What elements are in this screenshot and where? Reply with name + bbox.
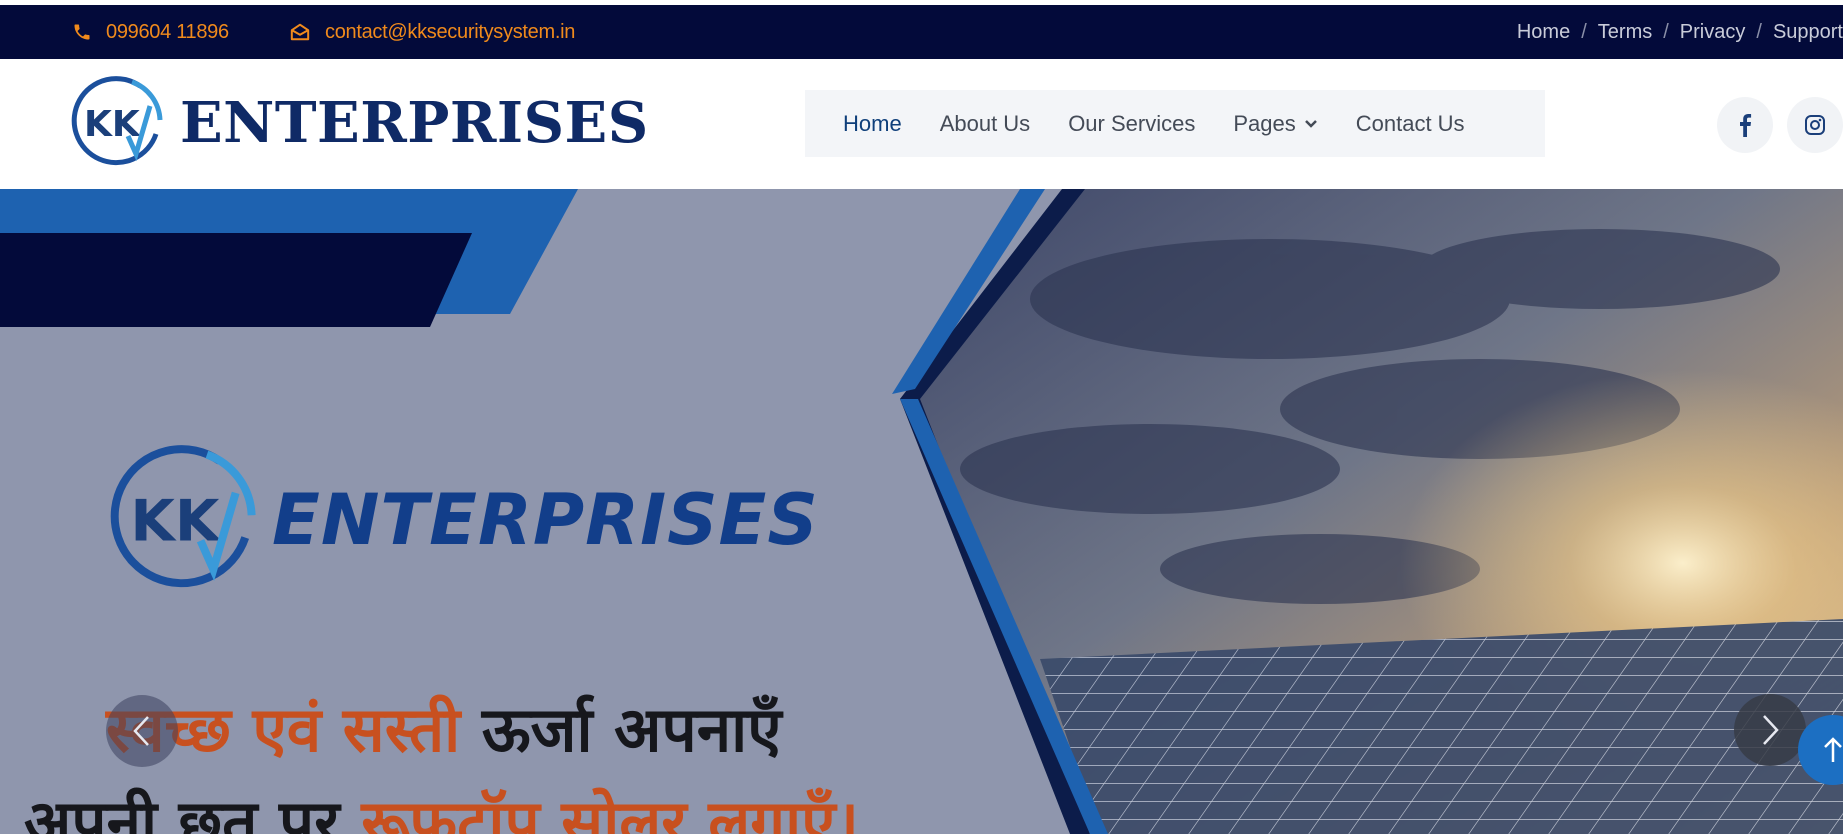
chevron-down-icon [1304,119,1317,128]
phone-contact[interactable]: 099604 11896 [72,5,229,59]
instagram-icon [1805,115,1825,135]
slider-next-button[interactable] [1734,694,1806,766]
hero-tagline-line1: स्वच्छ एवं सस्ती ऊर्जा अपनाएँ [106,686,781,770]
site-header: KK ENTERPRISES Home About Us Our Service… [0,59,1843,189]
site-logo[interactable]: KK ENTERPRISES [70,76,649,170]
tagline2-orange: रूफटॉप सोलर लगाएँ। [361,786,860,834]
hero-brand-name: ENTERPRISES [272,479,819,561]
tagline2-dark: अपनी छत पर [24,786,340,834]
facebook-button[interactable] [1717,97,1773,153]
separator: / [1663,20,1669,43]
top-link-privacy[interactable]: Privacy [1680,21,1746,44]
hero-logo-monogram: KK [130,488,222,555]
nav-our-services[interactable]: Our Services [1068,111,1195,137]
top-link-home[interactable]: Home [1517,21,1570,44]
chevron-left-icon [133,716,149,746]
nav-home[interactable]: Home [843,111,902,137]
nav-home-label: Home [843,110,902,136]
kk-logo-mark: KK [71,76,163,166]
facebook-icon [1740,114,1752,137]
navy-band [0,233,472,327]
main-nav: Home About Us Our Services Pages Contact… [805,90,1545,157]
top-link-terms[interactable]: Terms [1598,21,1652,44]
nav-contact-us[interactable]: Contact Us [1356,111,1465,137]
nav-about-us[interactable]: About Us [940,111,1031,137]
chevron-right-icon [1763,715,1779,745]
instagram-button[interactable] [1787,97,1843,153]
separator: / [1756,20,1762,43]
hero-tagline-line2: अपनी छत पर रूफटॉप सोलर लगाएँ। [24,779,859,834]
nav-pages-label: Pages [1233,110,1296,136]
phone-number: 099604 11896 [106,20,229,43]
top-links: Home / Terms / Privacy / Support [1517,5,1843,59]
nav-pages[interactable]: Pages [1233,111,1317,137]
nav-contact-us-label: Contact Us [1355,110,1465,136]
mail-icon [290,23,310,41]
hero-slider: KK ENTERPRISES स्वच्छ एवं सस्ती ऊर्जा अप… [0,189,1843,834]
kk-logo-mark-large: KK [110,445,256,588]
top-bar: 099604 11896 contact@kksecuritysystem.in… [0,5,1843,59]
separator: / [1581,20,1587,43]
nav-our-services-label: Our Services [1068,110,1196,136]
arrow-up-icon [1824,737,1842,762]
slider-prev-button[interactable] [106,695,178,767]
brand-name: ENTERPRISES [180,90,649,156]
tagline1-dark: ऊर्जा अपनाएँ [481,693,782,766]
nav-about-us-label: About Us [939,110,1031,136]
logo-monogram: KK [84,104,141,145]
hero-logo: KK ENTERPRISES [108,445,819,595]
top-link-support[interactable]: Support [1773,21,1843,44]
email-contact[interactable]: contact@kksecuritysystem.in [289,5,575,59]
email-address: contact@kksecuritysystem.in [325,20,576,43]
phone-icon [74,24,90,40]
